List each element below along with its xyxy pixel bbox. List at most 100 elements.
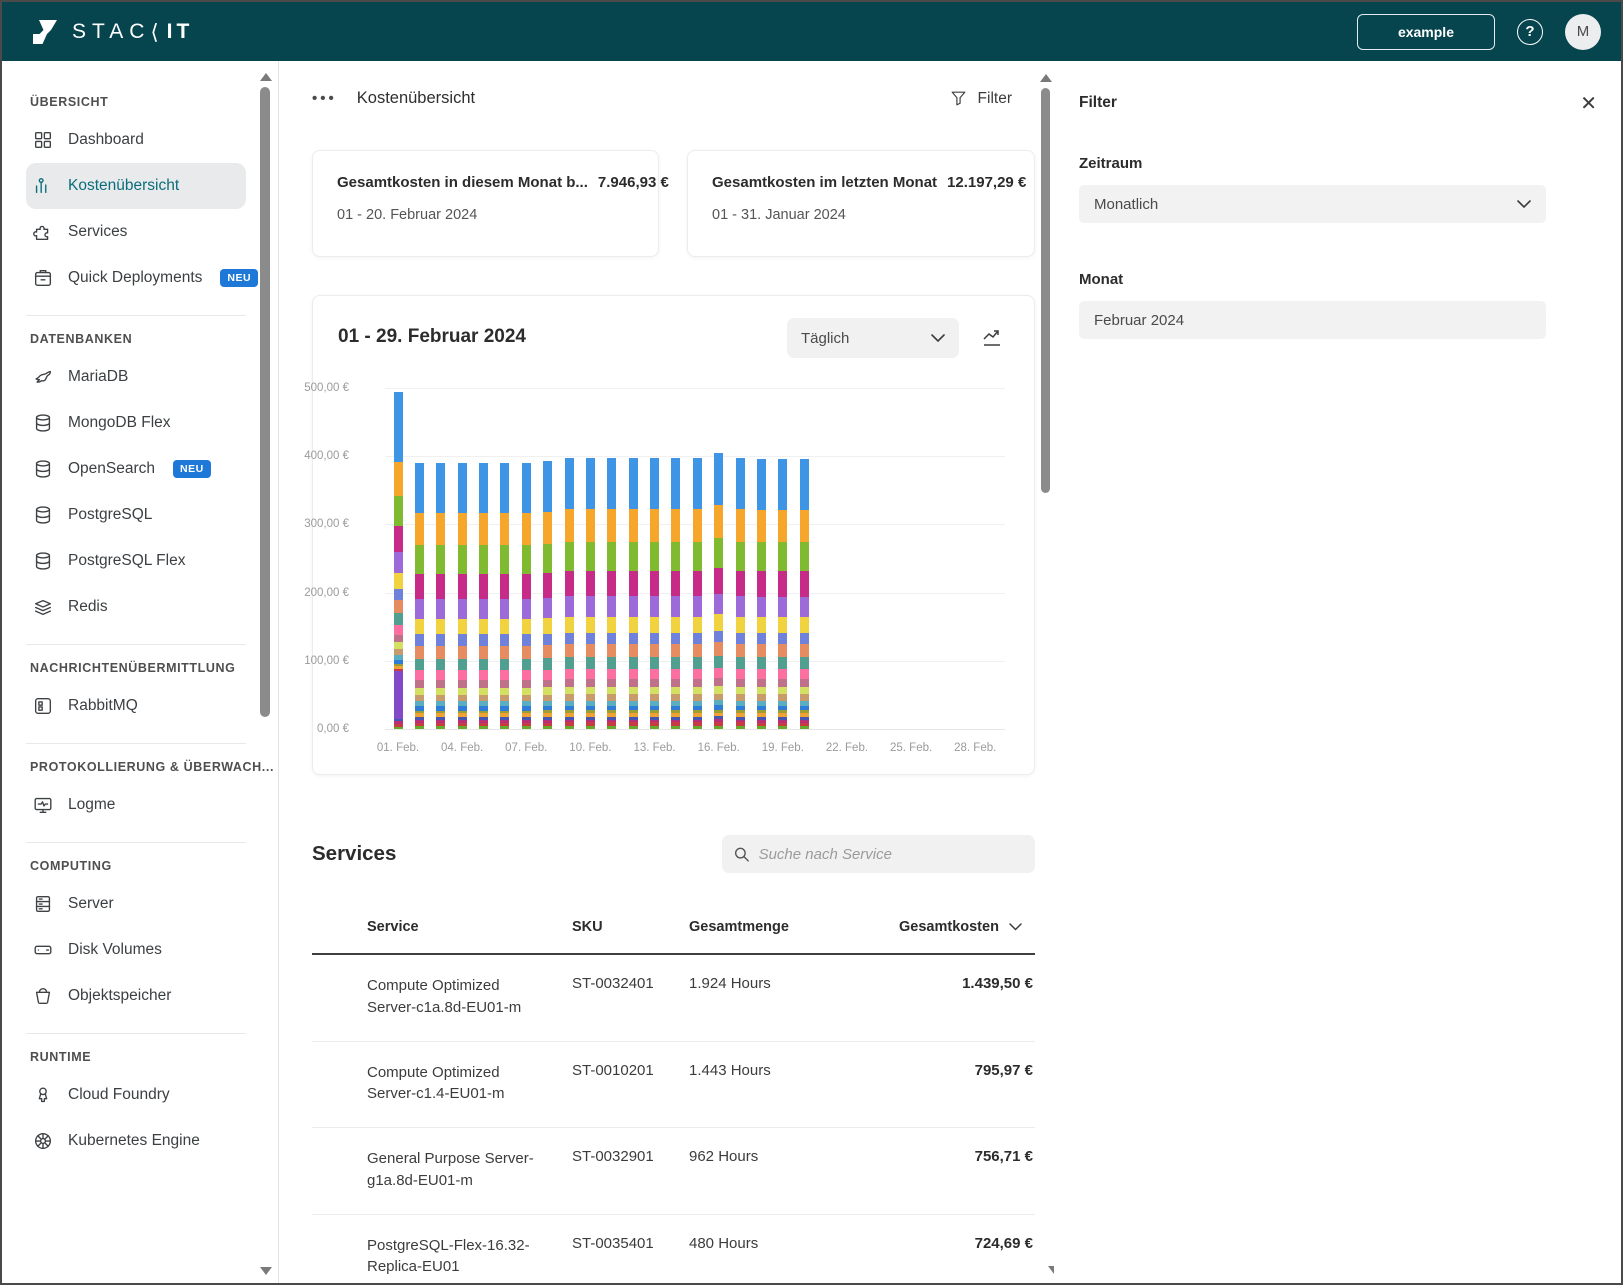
y-axis-tick-label: 400,00 € [285, 450, 349, 462]
sidebar-section-datenbanken: DATENBANKEN [30, 332, 278, 346]
chart-type-toggle-icon[interactable] [982, 328, 1002, 348]
chevron-down-icon [1517, 200, 1531, 209]
y-axis-tick-label: 100,00 € [285, 655, 349, 667]
x-axis-tick-label: 25. Feb. [879, 742, 943, 754]
bar-segment-periwinkle [458, 634, 467, 645]
sidebar-item-postgresql-flex[interactable]: PostgreSQL Flex [26, 538, 246, 584]
bar-segment-blue [458, 463, 467, 513]
service-menge: 1.443 Hours [689, 1062, 899, 1106]
sidebar-item-label: MongoDB Flex [68, 414, 171, 432]
bar-segment-periwinkle [714, 631, 723, 643]
database-icon [32, 504, 54, 526]
bar-segment-blue [522, 463, 531, 513]
breadcrumb-menu-icon[interactable]: ••• [312, 90, 337, 107]
bar-segment-periwinkle [565, 633, 574, 645]
sidebar-item-rabbitmq[interactable]: RabbitMQ [26, 683, 246, 729]
bar-segment-orange [479, 513, 488, 545]
bar-segment-purple [736, 596, 745, 616]
sidebar-item-mariadb[interactable]: MariaDB [26, 354, 246, 400]
project-selector-button[interactable]: example [1357, 14, 1495, 50]
close-icon[interactable]: ✕ [1580, 91, 1597, 115]
sidebar-scrollbar[interactable] [260, 87, 270, 717]
table-row[interactable]: General Purpose Server-g1a.8d-EU01-mST-0… [312, 1128, 1035, 1215]
bar-segment-teal [458, 659, 467, 670]
bar-segment-salmon [415, 646, 424, 659]
table-row[interactable]: Compute Optimized Server-c1a.8d-EU01-mST… [312, 955, 1035, 1042]
stacked-bar-day-9 [565, 458, 574, 729]
bar-segment-purple [479, 599, 488, 619]
bar-segment-green2 [394, 727, 403, 729]
bar-segment-magenta [714, 568, 723, 594]
service-name: PostgreSQL-Flex-16.32-Replica-EU01 [367, 1235, 572, 1279]
bar-segment-blue [543, 461, 552, 511]
bar-segment-yellow [671, 617, 680, 633]
stacked-bar-day-14 [671, 458, 680, 729]
sidebar-item-label: Server [68, 895, 114, 913]
bar-segment-hotpink [778, 669, 787, 679]
service-search[interactable] [722, 835, 1035, 873]
bar-segment-salmon [736, 644, 745, 657]
sidebar-item-label: MariaDB [68, 368, 128, 386]
gridline [385, 729, 1005, 730]
bar-segment-lightgreen [650, 687, 659, 694]
sidebar-item-cloud-foundry[interactable]: Cloud Foundry [26, 1072, 246, 1118]
bar-segment-mauve [757, 679, 766, 687]
bar-segment-periwinkle [543, 634, 552, 645]
table-row[interactable]: PostgreSQL-Flex-16.32-Replica-EU01ST-003… [312, 1215, 1035, 1284]
rabbitmq-icon [32, 695, 54, 717]
sidebar-item-objektspeicher[interactable]: Objektspeicher [26, 973, 246, 1019]
sidebar-item-label: PostgreSQL [68, 506, 152, 524]
bar-segment-orange [800, 510, 809, 543]
help-icon[interactable]: ? [1517, 19, 1543, 45]
main-scrollbar[interactable] [1041, 88, 1050, 493]
sidebar-divider [26, 644, 246, 645]
sidebar-item-redis[interactable]: Redis [26, 584, 246, 630]
bar-segment-magenta [800, 571, 809, 596]
bar-segment-yellow [458, 619, 467, 635]
sidebar-item-postgresql[interactable]: PostgreSQL [26, 492, 246, 538]
sidebar-item-dashboard[interactable]: Dashboard [26, 117, 246, 163]
y-axis-tick-label: 0,00 € [285, 723, 349, 735]
sidebar-item-logme[interactable]: Logme [26, 782, 246, 828]
sidebar-item-opensearch[interactable]: OpenSearchNEU [26, 446, 246, 492]
sidebar-item-disk-volumes[interactable]: Disk Volumes [26, 927, 246, 973]
bar-segment-teal [671, 657, 680, 669]
sidebar-item-quick-deployments[interactable]: Quick DeploymentsNEU [26, 255, 246, 301]
sidebar-item-kosten-bersicht[interactable]: Kostenübersicht [26, 163, 246, 209]
main-scroll-up-icon[interactable] [1040, 74, 1052, 82]
sidebar-item-kubernetes-engine[interactable]: Kubernetes Engine [26, 1118, 246, 1164]
bar-segment-mauve [522, 680, 531, 688]
bar-segment-purple [693, 596, 702, 616]
sidebar-scroll-down-icon[interactable] [260, 1267, 272, 1275]
stacked-bar-day-1 [394, 392, 403, 729]
services-icon [32, 221, 54, 243]
monat-field[interactable]: Februar 2024 [1079, 301, 1546, 339]
stackit-logo[interactable]: STAC⟨IT [30, 17, 193, 47]
dashboard-icon [32, 129, 54, 151]
col-gesamtkosten-sort[interactable]: Gesamtkosten [899, 919, 1038, 935]
bar-segment-purple [650, 596, 659, 616]
stacked-bar-day-16 [714, 453, 723, 729]
bar-segment-green [586, 542, 595, 571]
interval-select[interactable]: Täglich [787, 318, 959, 358]
sidebar-item-server[interactable]: Server [26, 881, 246, 927]
stacked-bar-day-13 [650, 458, 659, 729]
bar-segment-purple [607, 596, 616, 616]
bar-segment-green [500, 545, 509, 574]
table-row[interactable]: Compute Optimized Server-c1.4-EU01-mST-0… [312, 1042, 1035, 1129]
service-menge: 1.924 Hours [689, 975, 899, 1019]
x-axis-tick-label: 19. Feb. [751, 742, 815, 754]
avatar[interactable]: M [1565, 14, 1601, 50]
sidebar-scroll-up-icon[interactable] [260, 73, 272, 81]
sidebar-item-services[interactable]: Services [26, 209, 246, 255]
sidebar-item-label: Kubernetes Engine [68, 1132, 200, 1150]
search-input[interactable] [759, 846, 1023, 863]
bar-segment-yellow [415, 619, 424, 635]
bar-segment-magenta [436, 574, 445, 599]
monitor-icon [32, 794, 54, 816]
zeitraum-select[interactable]: Monatlich [1079, 185, 1546, 223]
filter-button[interactable]: Filter [949, 89, 1012, 108]
sidebar-item-mongodb-flex[interactable]: MongoDB Flex [26, 400, 246, 446]
cost-chart-card: 01 - 29. Februar 2024 Täglich 500,00 €40… [312, 295, 1035, 775]
service-sku: ST-0010201 [572, 1062, 689, 1106]
